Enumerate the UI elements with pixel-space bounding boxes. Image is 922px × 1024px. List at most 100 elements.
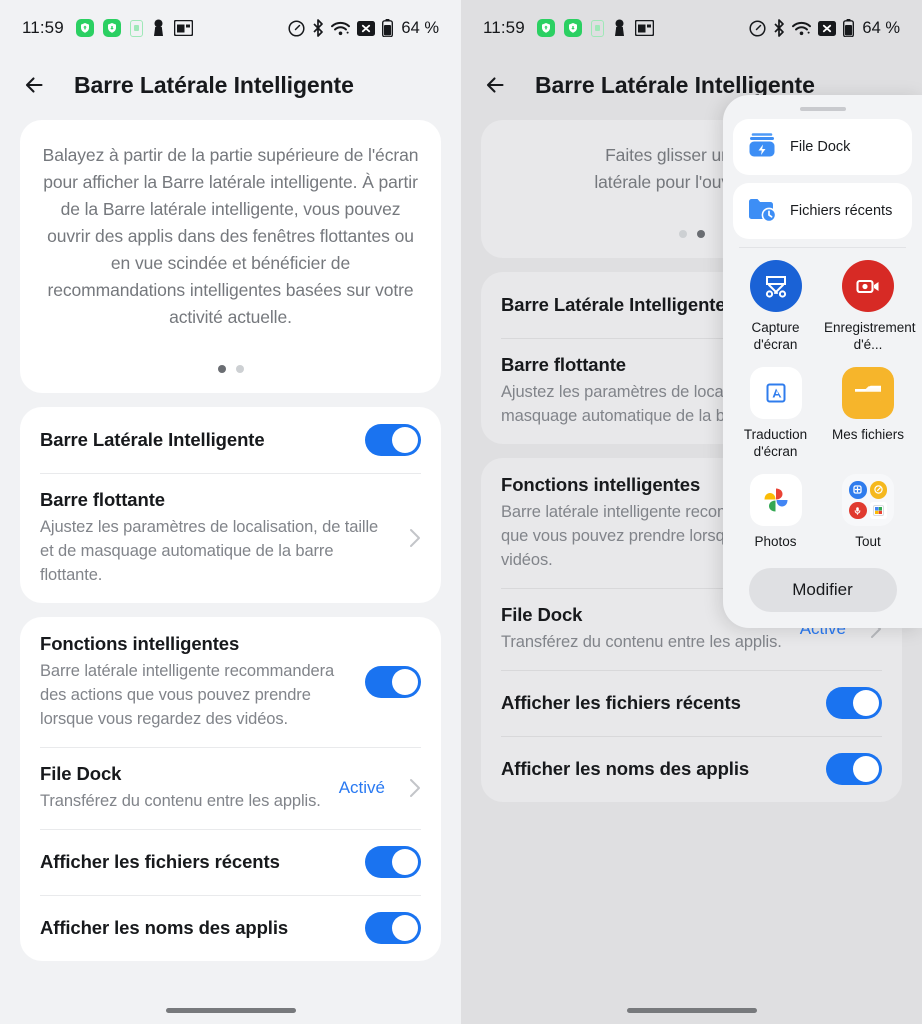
- popup-tile-file-dock[interactable]: File Dock: [733, 119, 912, 175]
- file-dock-status: Activé: [338, 778, 385, 797]
- show-recent-files-toggle[interactable]: [365, 846, 421, 878]
- smart-features-toggle[interactable]: [365, 666, 421, 698]
- recent-files-folder-icon: [745, 192, 779, 231]
- row-title: Afficher les noms des applis: [40, 917, 289, 938]
- popup-edit-button[interactable]: Modifier: [748, 568, 897, 612]
- status-bar-left-icons: 11:59: [22, 18, 193, 38]
- popup-app-my-files[interactable]: Mes fichiers: [824, 367, 912, 460]
- home-indicator[interactable]: [461, 1008, 922, 1013]
- row-show-app-names[interactable]: Afficher les noms des applis: [501, 736, 882, 802]
- row-show-recent-files[interactable]: Afficher les fichiers récents: [40, 829, 421, 895]
- row-title: Fonctions intelligentes: [40, 633, 240, 654]
- window-icon: [634, 20, 654, 36]
- chevron-right-icon[interactable]: [409, 778, 421, 798]
- screen-translate-icon: [749, 367, 802, 419]
- bluetooth-icon: [312, 19, 324, 37]
- shield-up-icon: [75, 19, 94, 37]
- left-phone-screen: 11:59 64 % Barre Latérale Intelligente B…: [0, 0, 461, 1024]
- dual-screenshot: 11:59 64 % Barre Latérale Intelligente B…: [0, 0, 922, 1024]
- carousel-dot-2[interactable]: [696, 230, 705, 238]
- row-show-recent-files[interactable]: Afficher les fichiers récents: [501, 670, 882, 736]
- popup-tile-label: File Dock: [790, 139, 851, 155]
- shield-down-icon: [563, 19, 582, 37]
- page-title: Barre Latérale Intelligente: [74, 71, 354, 98]
- back-arrow-icon[interactable]: [22, 70, 52, 100]
- wifi-icon: [792, 21, 812, 36]
- window-icon: [173, 20, 193, 36]
- speedometer-icon: [749, 19, 766, 37]
- status-bar-right-icons: 64 %: [749, 19, 900, 38]
- carousel-dot-1[interactable]: [217, 365, 226, 373]
- status-time: 11:59: [483, 18, 525, 37]
- popup-app-label: Traduction d'écran: [743, 427, 808, 459]
- intro-carousel-text: Balayez à partir de la partie supérieure…: [42, 145, 419, 327]
- vpn-key-icon: [613, 19, 626, 37]
- google-photos-icon: [749, 474, 802, 526]
- popup-app-all[interactable]: Tout: [824, 474, 912, 550]
- battery-saver-icon: [590, 19, 604, 37]
- popup-app-label: Tout: [855, 534, 881, 549]
- row-subtitle: Transférez du contenu entre les applis.: [501, 633, 782, 651]
- file-dock-icon: [745, 128, 779, 167]
- battery-saver-icon: [129, 19, 143, 37]
- no-sim-icon: [357, 20, 376, 36]
- my-files-folder-icon: [842, 367, 894, 419]
- battery-percent: 64 %: [862, 18, 900, 37]
- smart-features-card: Fonctions intelligentes Barre latérale i…: [20, 617, 441, 961]
- popup-app-screen-translate[interactable]: Traduction d'écran: [733, 367, 818, 460]
- show-app-names-toggle[interactable]: [365, 912, 421, 944]
- intro-carousel-card[interactable]: Balayez à partir de la partie supérieure…: [20, 120, 441, 393]
- all-apps-grid-icon: [842, 474, 894, 526]
- home-indicator[interactable]: [0, 1008, 461, 1013]
- popup-divider: [739, 247, 906, 248]
- status-bar: 11:59 64 %: [0, 0, 461, 56]
- row-title: Barre flottante: [40, 489, 165, 510]
- status-bar-left-icons: 11:59: [483, 18, 654, 38]
- popup-app-photos[interactable]: Photos: [733, 474, 818, 550]
- screenshot-icon: [749, 260, 802, 312]
- carousel-dot-1[interactable]: [678, 230, 687, 238]
- battery-icon: [382, 19, 394, 37]
- row-smart-sidebar[interactable]: Barre Latérale Intelligente: [40, 407, 421, 473]
- carousel-dots: [42, 365, 419, 373]
- popup-app-label: Enregistrement d'é...: [824, 320, 916, 352]
- row-subtitle: Transférez du contenu entre les applis.: [40, 792, 321, 810]
- popup-tile-label: Fichiers récents: [790, 203, 893, 219]
- row-title: Afficher les noms des applis: [501, 758, 750, 779]
- smart-sidebar-toggle[interactable]: [365, 424, 421, 456]
- row-floating-bar[interactable]: Barre flottante Ajustez les paramètres d…: [40, 473, 421, 603]
- status-time: 11:59: [22, 18, 64, 37]
- popup-app-label: Photos: [754, 534, 797, 549]
- popup-app-screenshot[interactable]: Capture d'écran: [733, 260, 818, 353]
- popup-app-screen-record[interactable]: Enregistrement d'é...: [824, 260, 916, 353]
- main-settings-card: Barre Latérale Intelligente Barre flotta…: [20, 407, 441, 603]
- popup-app-grid: Capture d'écran Enregistrement d'é... Tr…: [733, 260, 916, 550]
- popup-app-label: Capture d'écran: [751, 320, 800, 352]
- row-smart-features[interactable]: Fonctions intelligentes Barre latérale i…: [40, 617, 421, 747]
- battery-percent: 64 %: [401, 18, 439, 37]
- row-title: Afficher les fichiers récents: [40, 851, 280, 872]
- row-file-dock[interactable]: File Dock Transférez du contenu entre le…: [40, 747, 421, 829]
- back-arrow-icon[interactable]: [483, 70, 513, 100]
- carousel-dot-2[interactable]: [235, 365, 244, 373]
- wifi-icon: [331, 21, 351, 36]
- battery-icon: [843, 19, 855, 37]
- show-app-names-toggle[interactable]: [826, 753, 882, 785]
- row-title: Barre Latérale Intelligente: [40, 429, 265, 450]
- drag-handle[interactable]: [733, 107, 912, 111]
- app-bar: Barre Latérale Intelligente: [0, 56, 461, 114]
- show-recent-files-toggle[interactable]: [826, 687, 882, 719]
- no-sim-icon: [818, 20, 837, 36]
- popup-app-label: Mes fichiers: [831, 427, 904, 442]
- screen-record-icon: [842, 260, 894, 312]
- vpn-key-icon: [152, 19, 165, 37]
- row-subtitle: Barre latérale intelligente recommandera…: [40, 662, 335, 728]
- smart-sidebar-popup: File Dock Fichiers récents Capture d'écr…: [723, 95, 922, 628]
- row-title: File Dock: [40, 763, 122, 784]
- bluetooth-icon: [773, 19, 785, 37]
- popup-tile-recent-files[interactable]: Fichiers récents: [733, 183, 912, 239]
- row-title: Afficher les fichiers récents: [501, 692, 741, 713]
- chevron-right-icon[interactable]: [409, 528, 421, 548]
- status-bar: 11:59 64 %: [461, 0, 922, 56]
- row-show-app-names[interactable]: Afficher les noms des applis: [40, 895, 421, 961]
